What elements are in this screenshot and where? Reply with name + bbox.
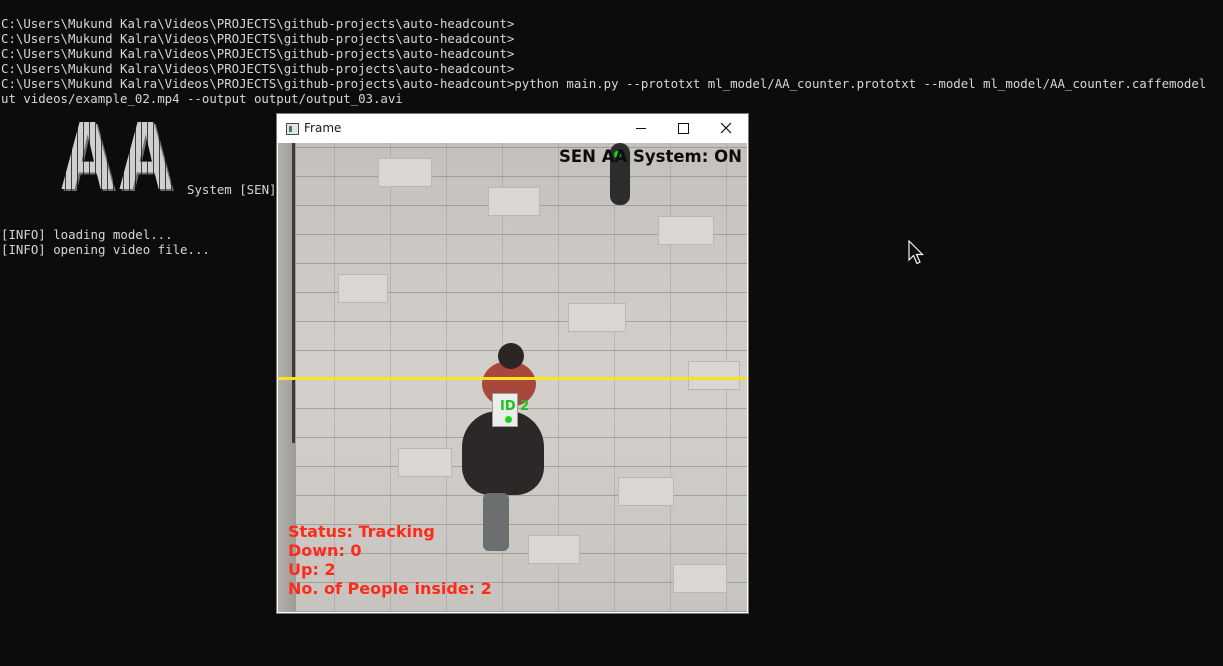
mouse-cursor-icon <box>908 240 924 265</box>
info-log-line: [INFO] opening video file... <box>1 242 210 257</box>
minimize-button[interactable] <box>620 114 662 142</box>
counting-line <box>278 377 747 380</box>
paving-tile <box>618 477 674 506</box>
paving-tile <box>528 535 580 564</box>
paving-tile <box>398 448 452 477</box>
paving-tile <box>568 303 626 332</box>
down-count-text: Down: 0 <box>288 541 362 560</box>
paving-tile <box>338 274 388 303</box>
banner-subtitle: System [SEN] <box>187 182 277 197</box>
tracking-status-text: Status: Tracking <box>288 522 435 541</box>
terminal-line: C:\Users\Mukund Kalra\Videos\PROJECTS\gi… <box>1 46 515 61</box>
curb-edge <box>292 143 295 443</box>
pedestrian-head <box>498 343 524 369</box>
paving-tile <box>378 158 432 187</box>
banner-letter: A <box>60 104 116 211</box>
system-status-overlay: SEN AA System: ON <box>559 147 742 166</box>
people-inside-text: No. of People inside: 2 <box>288 579 492 598</box>
app-icon <box>286 123 299 135</box>
centroid-marker <box>505 416 512 423</box>
ascii-banner-logo: A A <box>60 104 178 211</box>
video-frame: ID 2 SEN AA System: ON Status: Tracking … <box>278 143 747 612</box>
close-button[interactable] <box>705 114 747 142</box>
banner-letter: A <box>118 104 174 211</box>
window-title: Frame <box>304 121 342 135</box>
paving-tile <box>688 361 740 390</box>
paving-tile <box>488 187 540 216</box>
maximize-icon <box>677 122 689 134</box>
terminal-line: C:\Users\Mukund Kalra\Videos\PROJECTS\gi… <box>1 61 515 76</box>
close-icon <box>720 122 732 134</box>
track-id-label: ID 2 <box>500 399 530 414</box>
terminal-line: C:\Users\Mukund Kalra\Videos\PROJECTS\gi… <box>1 16 515 31</box>
pedestrian-legs <box>483 493 509 551</box>
terminal-line: C:\Users\Mukund Kalra\Videos\PROJECTS\gi… <box>1 31 515 46</box>
up-count-text: Up: 2 <box>288 560 336 579</box>
frame-window[interactable]: Frame ID 2 SEN AA System: ON Status: Tra… <box>277 114 748 613</box>
paving-tile <box>673 564 727 593</box>
minimize-icon <box>636 127 646 129</box>
window-titlebar[interactable]: Frame <box>277 114 748 143</box>
paving-tile <box>658 216 714 245</box>
maximize-button[interactable] <box>662 114 704 142</box>
info-log-line: [INFO] loading model... <box>1 227 173 242</box>
terminal-command-line: C:\Users\Mukund Kalra\Videos\PROJECTS\gi… <box>1 76 1207 91</box>
